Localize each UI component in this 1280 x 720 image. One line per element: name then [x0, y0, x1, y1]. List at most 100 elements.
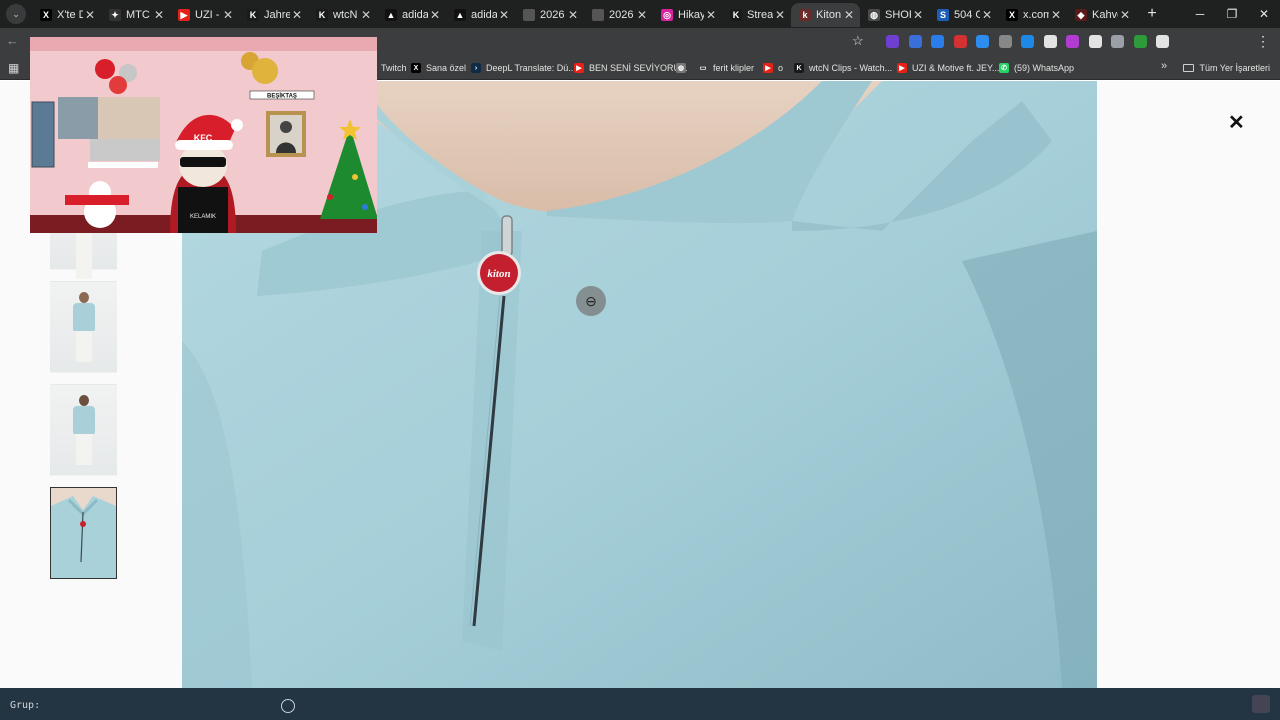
bookmark-item[interactable]: X Sana özel: [411, 60, 466, 76]
bookmark-item[interactable]: KwtcN Clips - Watch...: [794, 60, 892, 76]
model-figure: [73, 395, 95, 465]
close-tab-icon[interactable]: ✕: [83, 8, 97, 22]
tab-title: MTC T: [126, 9, 152, 21]
close-tab-icon[interactable]: ✕: [359, 8, 373, 22]
adidas-icon: ▲: [385, 9, 397, 21]
tab[interactable]: ◆ Kahve✕: [1067, 3, 1136, 27]
bookmark-item[interactable]: ▶ BEN SENİ SEVİYORU...: [574, 60, 688, 76]
bookmark-label: ferit klipler: [713, 63, 755, 73]
tab[interactable]: K Strear✕: [722, 3, 791, 27]
close-tab-icon[interactable]: ✕: [773, 8, 787, 22]
bookmark-item[interactable]: ▶ UZI & Motive ft. JEY...: [897, 60, 999, 76]
extension-icon[interactable]: [976, 35, 989, 48]
bookmark-item[interactable]: ◍: [676, 60, 691, 76]
zoom-out-icon[interactable]: ⊖: [576, 286, 606, 316]
diamond-icon: ◆: [1075, 9, 1087, 21]
back-arrow-icon[interactable]: ←: [6, 33, 19, 48]
close-tab-icon[interactable]: ✕: [221, 8, 235, 22]
close-tab-icon[interactable]: ✕: [911, 8, 925, 22]
extension-icon[interactable]: [1156, 35, 1169, 48]
extension-icon[interactable]: [1021, 35, 1034, 48]
extension-icon[interactable]: [1133, 35, 1147, 48]
tab-strip: ⌄ XX'te D✕✦MTC T✕▶UZI - I✕KJahre✕KwtcN✕▲…: [0, 0, 1280, 28]
close-tab-icon[interactable]: ✕: [428, 8, 442, 22]
folder-icon: [1183, 64, 1195, 72]
close-tab-icon[interactable]: ✕: [704, 8, 718, 22]
close-tab-icon[interactable]: ✕: [980, 8, 994, 22]
tab[interactable]: ▶ UZI - I✕: [170, 3, 239, 27]
extension-icon[interactable]: [931, 35, 944, 48]
youtube-icon: ▶: [897, 63, 907, 73]
tab[interactable]: X X'te D ✕: [32, 3, 101, 27]
close-gallery-icon[interactable]: ✕: [1228, 110, 1245, 135]
restore-icon[interactable]: ❐: [1216, 0, 1248, 28]
tab[interactable]: 2026 ✕: [515, 3, 584, 27]
minimize-icon[interactable]: ─: [1184, 0, 1216, 28]
tab[interactable]: k Kiton ✕: [791, 3, 860, 27]
close-tab-icon[interactable]: ✕: [566, 8, 580, 22]
close-tab-icon[interactable]: ✕: [152, 8, 166, 22]
tab[interactable]: S 504 G ✕: [929, 3, 998, 27]
close-tab-icon[interactable]: ✕: [1118, 8, 1132, 22]
bookmark-item[interactable]: ▶ o: [763, 60, 783, 76]
tab[interactable]: Xx.com ✕: [998, 3, 1067, 27]
tab[interactable]: 2026 ✕: [584, 3, 653, 27]
gallery-thumbnail[interactable]: [50, 384, 117, 476]
bookmark-label: o: [778, 63, 784, 73]
bookmark-item[interactable]: ✆ (59) WhatsApp: [999, 60, 1074, 76]
hat-text: KFC: [194, 133, 213, 143]
tab[interactable]: ▲ adida ✕: [446, 3, 515, 27]
close-tab-icon[interactable]: ✕: [842, 8, 856, 22]
deepl-icon: ›: [471, 63, 481, 73]
all-bookmarks-button[interactable]: Tüm Yer İşaretleri: [1183, 60, 1270, 76]
tab[interactable]: KwtcN ✕: [308, 3, 377, 27]
bookmark-label: Sana özel: [426, 63, 467, 73]
banner-text: BEŞİKTAŞ: [267, 93, 297, 100]
bookmark-item[interactable]: ▭ ferit klipler: [698, 60, 754, 76]
extension-icon[interactable]: [1111, 35, 1124, 48]
apps-grid-icon[interactable]: ▦: [8, 61, 19, 75]
tab[interactable]: ◎ Hikay ✕: [653, 3, 722, 27]
menu-dots-icon[interactable]: ⋮: [1256, 33, 1270, 50]
settings-icon[interactable]: [281, 699, 295, 713]
tab[interactable]: ◍ SHOR✕: [860, 3, 929, 27]
tab-title: Kahve: [1092, 9, 1118, 21]
close-tab-icon[interactable]: ✕: [497, 8, 511, 22]
bookmark-label: DeepL Translate: Dü...: [486, 63, 576, 73]
bookmark-star-icon[interactable]: ☆: [852, 33, 864, 49]
kick-icon: K: [794, 63, 804, 73]
extension-icon[interactable]: [886, 35, 899, 48]
extension-icon[interactable]: [1066, 35, 1079, 48]
extension-icon[interactable]: [953, 35, 967, 48]
bookmark-label: (59) WhatsApp: [1014, 63, 1075, 73]
instagram-icon: ◎: [661, 9, 673, 21]
extension-icon[interactable]: [998, 35, 1012, 48]
tab[interactable]: K Jahre ✕: [239, 3, 308, 27]
tab[interactable]: ▲ adidas✕: [377, 3, 446, 27]
youtube-icon: ▶: [574, 63, 584, 73]
tab-search-button[interactable]: ⌄: [6, 4, 26, 24]
window-controls: ─ ❐ ✕: [1184, 0, 1280, 28]
close-tab-icon[interactable]: ✕: [1049, 8, 1063, 22]
blank-icon: [523, 9, 535, 21]
extension-icon[interactable]: [1088, 35, 1102, 48]
close-tab-icon[interactable]: ✕: [290, 8, 304, 22]
tab-title: UZI - I: [195, 9, 221, 21]
tab[interactable]: ✦ MTC T✕: [101, 3, 170, 27]
globe-icon: ◍: [676, 63, 686, 73]
new-tab-button[interactable]: +: [1142, 5, 1162, 23]
gallery-thumbnail[interactable]: [50, 281, 117, 373]
extension-icon[interactable]: [908, 35, 922, 48]
model-figure: [73, 292, 95, 362]
tab-title: wtcN: [333, 9, 358, 21]
bookmark-label: UZI & Motive ft. JEY...: [912, 63, 1000, 73]
bookmark-label: BEN SENİ SEVİYORU...: [589, 63, 688, 73]
app-icon[interactable]: [1252, 695, 1270, 713]
gallery-thumbnail-selected[interactable]: [50, 487, 117, 579]
bookmark-item[interactable]: › DeepL Translate: Dü...: [471, 60, 576, 76]
kick-icon: K: [730, 9, 742, 21]
bookmarks-overflow-icon[interactable]: »: [1161, 60, 1167, 72]
close-tab-icon[interactable]: ✕: [635, 8, 649, 22]
close-window-icon[interactable]: ✕: [1248, 0, 1280, 28]
extension-icon[interactable]: [1043, 35, 1057, 48]
